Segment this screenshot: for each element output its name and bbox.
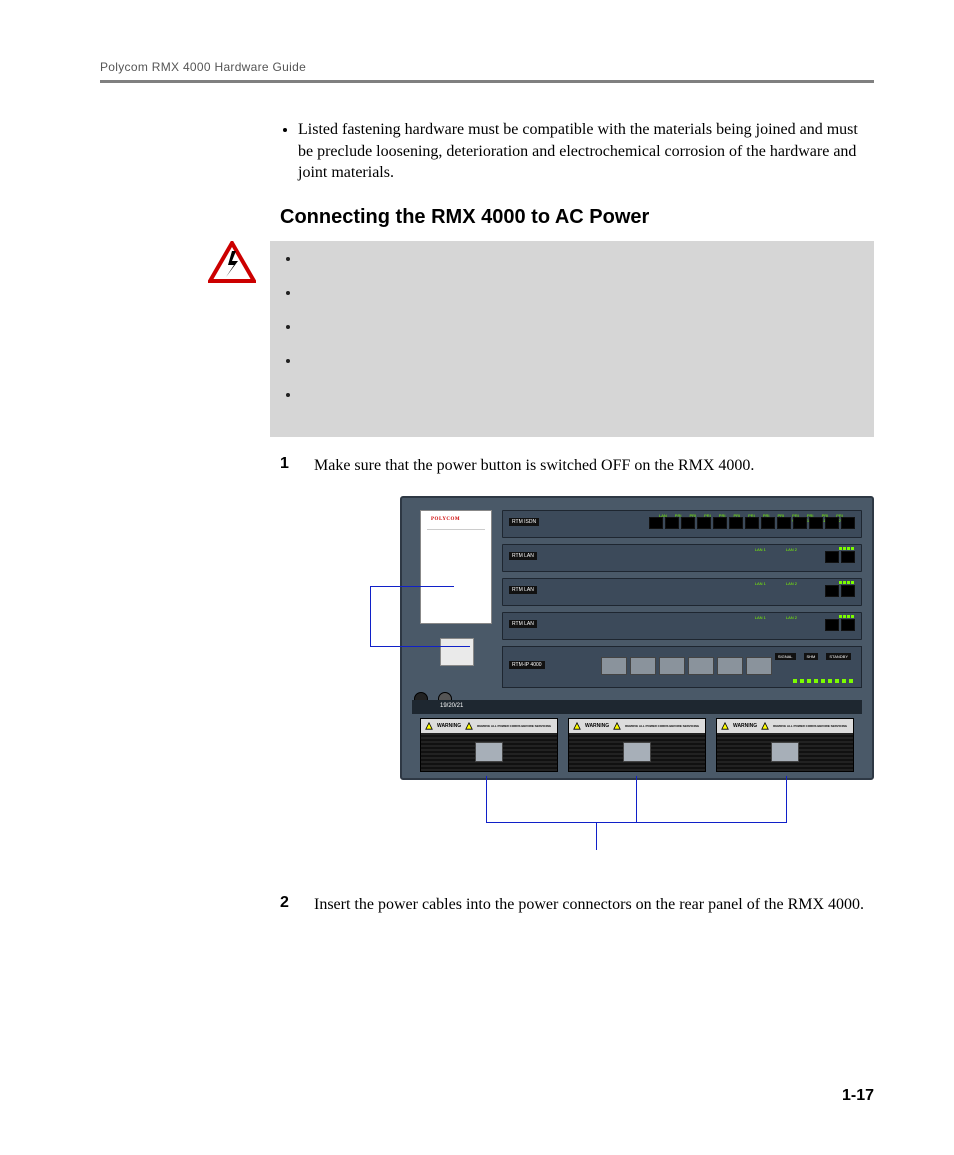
electrical-warning-icon	[208, 241, 256, 283]
psu: WARNING REMOVE ALL POWER CORDS BEFORE SE…	[716, 718, 854, 772]
power-connector-icon	[475, 742, 503, 762]
warning-box	[270, 241, 874, 437]
port-label: LAN 2	[786, 581, 797, 586]
callout-line	[636, 776, 637, 822]
step-list-continued: 2 Insert the power cables into the power…	[280, 894, 874, 916]
warning-bullet	[300, 285, 860, 301]
slot-label: 19/20/21	[440, 703, 463, 709]
step-1: 1 Make sure that the power button is swi…	[280, 455, 874, 477]
page-number: 1-17	[842, 1087, 874, 1105]
port-label: LAN 1	[755, 547, 766, 552]
ip-led-row	[793, 679, 853, 683]
rear-panel-figure: POLYCOM RTM ISDN LAN 1 PRI 1 PRI 2 PRI 3…	[400, 496, 880, 866]
running-header: Polycom RMX 4000 Hardware Guide	[100, 60, 874, 74]
card-label: RTM LAN	[509, 552, 537, 560]
brand-text: POLYCOM	[431, 517, 460, 522]
callout-line	[596, 822, 597, 850]
callout-line	[486, 776, 487, 822]
warning-triangle-icon	[573, 722, 581, 730]
chassis-body: POLYCOM RTM ISDN LAN 1 PRI 1 PRI 2 PRI 3…	[400, 496, 874, 780]
intro-bullet: Listed fastening hardware must be compat…	[298, 119, 874, 184]
rtm-lan-card: RTM LAN LAN 1 LAN 2	[502, 578, 862, 606]
step-text: Make sure that the power button is switc…	[314, 455, 754, 477]
callout-line	[786, 776, 787, 822]
psu-warning-label: WARNING	[585, 723, 609, 729]
page: Polycom RMX 4000 Hardware Guide Listed f…	[0, 0, 954, 1155]
psu: WARNING REMOVE ALL POWER CORDS BEFORE SE…	[568, 718, 706, 772]
warning-bullet	[300, 319, 860, 335]
psu-warning-strip: WARNING REMOVE ALL POWER CORDS BEFORE SE…	[569, 719, 705, 733]
psu-warning-label: WARNING	[437, 723, 461, 729]
port-label: LAN 2	[786, 547, 797, 552]
rtm-lan-card: RTM LAN LAN 1 LAN 2	[502, 612, 862, 640]
port-label: LAN 2	[786, 615, 797, 620]
section-heading: Connecting the RMX 4000 to AC Power	[280, 206, 874, 229]
step-2: 2 Insert the power cables into the power…	[280, 894, 874, 916]
callout-line	[486, 822, 787, 823]
callout-line	[370, 646, 470, 647]
callout-line	[370, 586, 371, 646]
psu-warning-sub: REMOVE ALL POWER CORDS BEFORE SERVICING	[477, 724, 551, 728]
port-label: LAN 1	[755, 581, 766, 586]
card-label: RTM LAN	[509, 586, 537, 594]
psu-warning-label: WARNING	[733, 723, 757, 729]
step-list: 1 Make sure that the power button is swi…	[280, 455, 874, 477]
warning-bullet	[300, 353, 860, 369]
warning-bullet	[300, 251, 860, 267]
warning-triangle-icon	[761, 722, 769, 730]
warning-bullet	[300, 387, 860, 403]
psu-warning-strip: WARNING REMOVE ALL POWER CORDS BEFORE SE…	[717, 719, 853, 733]
step-number: 1	[280, 455, 296, 477]
psu-warning-sub: REMOVE ALL POWER CORDS BEFORE SERVICING	[625, 724, 699, 728]
warning-triangle-icon	[425, 722, 433, 730]
product-label-panel: POLYCOM	[420, 510, 492, 624]
psu-row: WARNING REMOVE ALL POWER CORDS BEFORE SE…	[420, 718, 854, 772]
slot-strip: 19/20/21	[412, 700, 862, 714]
chip-label: SIGNAL	[775, 653, 796, 660]
card-label: RTM-IP 4000	[509, 661, 545, 669]
intro-bullet-list: Listed fastening hardware must be compat…	[280, 119, 874, 184]
power-connector-icon	[771, 742, 799, 762]
warning-triangle-icon	[465, 722, 473, 730]
rtm-lan-card: RTM LAN LAN 1 LAN 2	[502, 544, 862, 572]
chip-label: STANDBY	[826, 653, 851, 660]
ip-chip-labels: SIGNAL SHM STANDBY	[775, 653, 851, 660]
warning-block	[208, 241, 874, 437]
card-label: RTM ISDN	[509, 518, 539, 526]
small-module	[440, 638, 474, 666]
warning-triangle-icon	[721, 722, 729, 730]
port-label: LAN 1	[755, 615, 766, 620]
psu-warning-strip: WARNING REMOVE ALL POWER CORDS BEFORE SE…	[421, 719, 557, 733]
ip-ports	[601, 657, 772, 675]
warning-triangle-icon	[613, 722, 621, 730]
rtm-ip-card: RTM-IP 4000 SIGNAL SHM STANDBY	[502, 646, 862, 688]
header-rule	[100, 80, 874, 83]
card-label: RTM LAN	[509, 620, 537, 628]
rtm-isdn-card: RTM ISDN LAN 1 PRI 1 PRI 2 PRI 3 PRI 4 P…	[502, 510, 862, 538]
power-connector-icon	[623, 742, 651, 762]
callout-line	[370, 586, 454, 587]
psu-warning-sub: REMOVE ALL POWER CORDS BEFORE SERVICING	[773, 724, 847, 728]
step-text: Insert the power cables into the power c…	[314, 894, 864, 916]
chip-label: SHM	[804, 653, 819, 660]
main-column: Listed fastening hardware must be compat…	[280, 119, 874, 916]
step-number: 2	[280, 894, 296, 916]
isdn-ports	[649, 517, 855, 529]
psu: WARNING REMOVE ALL POWER CORDS BEFORE SE…	[420, 718, 558, 772]
